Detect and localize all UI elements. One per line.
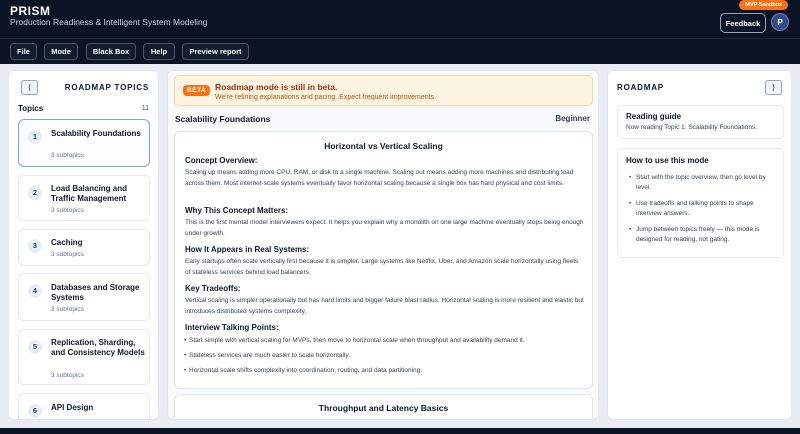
how-to-title: How to use this mode [626, 156, 709, 165]
menu-toolbar: File Mode Black Box Help Preview report [0, 38, 800, 64]
help-menu-button[interactable]: Help [143, 43, 175, 60]
concept-overview-text: Scaling up means adding more CPU, RAM, o… [185, 169, 574, 187]
beta-pill: BETA [183, 85, 211, 96]
bottom-strip [0, 428, 800, 434]
tradeoffs-heading: Key Tradeoffs: [185, 284, 241, 293]
topic-number: 4 [28, 284, 42, 298]
topic-title: Load Balancing and Traffic Management [51, 184, 128, 203]
topic-number: 3 [28, 239, 42, 253]
topic-number: 2 [28, 186, 42, 200]
talking-points-heading: Interview Talking Points: [185, 323, 279, 332]
why-matters-text: This is the first mental model interview… [185, 219, 584, 237]
topic-number: 1 [28, 130, 42, 144]
topic-title: Databases and Storage Systems [51, 283, 140, 302]
reading-guide-card: Reading guide Now reading Topic 1: Scala… [617, 105, 784, 139]
next-concept-title: Throughput and Latency Basics [318, 403, 449, 413]
app-tagline: Production Readiness & Intelligent Syste… [10, 17, 208, 27]
collapse-left-icon[interactable]: ⟨ [21, 80, 38, 95]
tradeoffs-text: Vertical scaling is simpler operationall… [185, 297, 584, 315]
concept-content-panel: BETA Roadmap mode is still in beta. We'r… [167, 70, 599, 420]
roadmap-side-panel: ROADMAP ⟩ Reading guide Now reading Topi… [607, 70, 792, 420]
talking-point-item: Start simple with vertical scaling for M… [184, 337, 585, 344]
app-brand: PRISM [10, 4, 51, 18]
app-header: PRISM Production Readiness & Intelligent… [0, 0, 800, 38]
concept-card: Horizontal vs Vertical Scaling Concept O… [174, 131, 593, 389]
file-menu-button[interactable]: File [10, 43, 37, 60]
how-to-item: Start with the topic overview, then go l… [629, 173, 779, 193]
user-avatar[interactable]: P [771, 13, 789, 31]
how-to-card: How to use this mode Start with the topi… [617, 148, 784, 258]
how-to-item: Use tradeoffs and talking points to shap… [629, 199, 779, 219]
topic-title: API Design [51, 403, 94, 412]
topic-item-load-balancing[interactable]: 2 Load Balancing and Traffic Management … [18, 175, 150, 221]
why-matters-heading: Why This Concept Matters: [185, 206, 289, 215]
beta-text: We're refining explanations and pacing. … [215, 94, 437, 101]
reading-guide-text: Now reading Topic 1: Scalability Foundat… [626, 124, 758, 131]
topics-label: Topics [18, 104, 44, 113]
mode-menu-button[interactable]: Mode [44, 43, 78, 60]
topic-item-replication-sharding[interactable]: 5 Replication, Sharding, and Consistency… [18, 329, 150, 385]
reading-guide-title: Reading guide [626, 112, 682, 121]
real-systems-text: Early startups often scale vertically fi… [185, 258, 579, 276]
real-systems-heading: How It Appears in Real Systems: [185, 245, 310, 254]
concept-heading: Horizontal vs Vertical Scaling [324, 141, 443, 151]
talking-point-item: Stateless services are much easier to sc… [184, 352, 585, 359]
beta-title: Roadmap mode is still in beta. [215, 82, 338, 92]
level-label: Beginner [555, 114, 590, 123]
beta-banner: BETA Roadmap mode is still in beta. We'r… [174, 75, 593, 106]
topic-subtopics: 3 subtopics [51, 207, 84, 214]
topic-item-databases-storage[interactable]: 4 Databases and Storage Systems 3 subtop… [18, 273, 150, 321]
concept-overview-heading: Concept Overview: [185, 156, 258, 165]
preview-report-button[interactable]: Preview report [182, 43, 249, 60]
topics-count: 11 [141, 105, 149, 112]
section-title: Scalability Foundations [175, 114, 271, 124]
topic-subtopics: 3 subtopics [51, 306, 84, 313]
black-box-menu-button[interactable]: Black Box [86, 43, 136, 60]
topic-number: 6 [28, 404, 42, 418]
how-to-item: Jump between topics freely — this mode i… [629, 225, 779, 245]
topic-item-api-design[interactable]: 6 API Design [18, 393, 150, 419]
topic-title: Caching [51, 238, 83, 247]
topic-subtopics: 3 subtopics [51, 372, 84, 379]
collapse-right-icon[interactable]: ⟩ [765, 80, 782, 95]
topic-item-scalability-foundations[interactable]: 1 Scalability Foundations 3 subtopics [18, 119, 150, 167]
sandbox-badge: MVP Sandbox [739, 0, 788, 10]
topic-title: Scalability Foundations [51, 129, 141, 138]
talking-point-item: Horizontal scale shifts complexity into … [184, 367, 585, 374]
roadmap-topics-panel: ⟨ ROADMAP TOPICS Topics 11 1 Scalability… [8, 70, 159, 420]
topic-subtopics: 3 subtopics [51, 251, 84, 258]
next-concept-card[interactable]: Throughput and Latency Basics [174, 394, 593, 419]
feedback-button[interactable]: Feedback [720, 13, 766, 33]
topic-number: 5 [28, 340, 42, 354]
topic-title: Replication, Sharding, and Consistency M… [51, 338, 145, 357]
topic-subtopics: 3 subtopics [51, 152, 84, 159]
roadmap-heading: ROADMAP [617, 83, 664, 92]
roadmap-topics-heading: ROADMAP TOPICS [64, 83, 149, 92]
topic-item-caching[interactable]: 3 Caching 3 subtopics [18, 229, 150, 266]
